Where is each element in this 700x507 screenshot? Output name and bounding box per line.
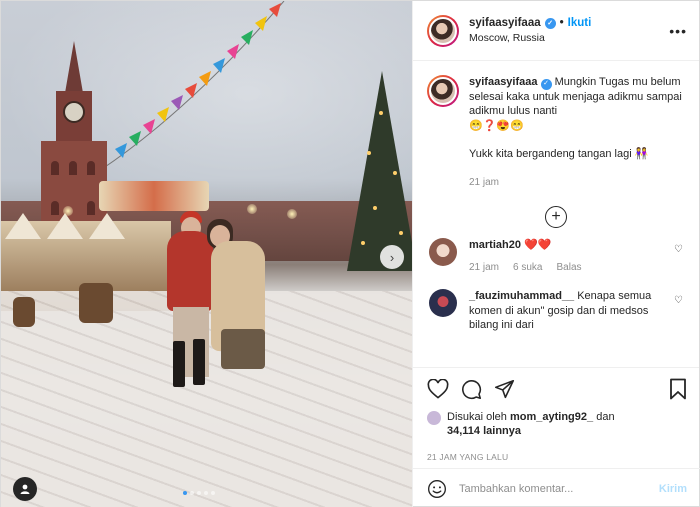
comment-item: _fauzimuhammad__ Kenapa semua komen di a… xyxy=(427,289,685,333)
reply-button[interactable]: Balas xyxy=(556,261,581,276)
carousel-ride xyxy=(99,181,209,211)
commenter-avatar[interactable] xyxy=(429,289,457,318)
carousel-dot xyxy=(183,491,187,495)
bookmark-icon[interactable] xyxy=(669,378,687,400)
chevron-right-icon: › xyxy=(389,249,395,265)
paper-plane-icon[interactable] xyxy=(494,379,515,400)
commenter-avatar[interactable] xyxy=(429,238,457,267)
comment-username[interactable]: martiah20 xyxy=(469,239,521,251)
verified-badge-icon: ✓ xyxy=(540,78,552,90)
author-avatar[interactable] xyxy=(427,14,459,47)
comment-input[interactable] xyxy=(459,482,647,495)
comment-time[interactable]: 21 jam xyxy=(469,261,499,276)
spasskaya-tower xyxy=(37,41,111,251)
bunting-flags xyxy=(99,1,285,171)
liker-username[interactable]: mom_ayting92_ xyxy=(510,411,593,423)
speech-bubble-icon[interactable] xyxy=(461,379,482,400)
comment-item: martiah20 ❤️❤️ 21 jam 6 suka Balas ♡ xyxy=(427,238,685,275)
caption-avatar[interactable] xyxy=(427,75,459,107)
comment-text: ❤️❤️ xyxy=(524,239,552,252)
tagged-users-button[interactable] xyxy=(13,477,37,501)
caption-time[interactable]: 21 jam xyxy=(469,176,685,191)
post-photo: › xyxy=(1,1,412,507)
post-location[interactable]: Moscow, Russia xyxy=(469,32,669,44)
post-side-panel: syifaasyifaaa ✓ • Ikuti Moscow, Russia •… xyxy=(412,1,700,507)
smiley-icon[interactable] xyxy=(427,479,447,499)
liker-avatar[interactable] xyxy=(427,411,441,425)
post-caption: syifaasyifaaa ✓ Mungkin Tugas mu belum s… xyxy=(427,75,685,190)
author-username[interactable]: syifaasyifaaa xyxy=(469,17,541,29)
carousel-dot xyxy=(190,491,194,495)
handbag xyxy=(221,329,265,369)
carousel-dot xyxy=(204,491,208,495)
heart-outline-icon[interactable] xyxy=(427,379,449,399)
more-options-icon[interactable]: ••• xyxy=(669,23,687,39)
like-comment-heart-icon[interactable]: ♡ xyxy=(674,244,683,255)
like-comment-heart-icon[interactable]: ♡ xyxy=(674,295,683,306)
carousel-dot xyxy=(197,491,201,495)
tower-clock xyxy=(63,101,85,123)
verified-badge-icon: ✓ xyxy=(544,17,556,29)
comment-likes[interactable]: 6 suka xyxy=(513,261,542,276)
comment-username[interactable]: _fauzimuhammad__ xyxy=(469,290,574,302)
next-photo-button[interactable]: › xyxy=(380,245,404,269)
caption-emojis: 😁❓😍😁 xyxy=(469,119,524,132)
likes-summary: Disukai oleh mom_ayting92_ dan 34,114 la… xyxy=(427,410,687,438)
comments-section: syifaasyifaaa ✓ Mungkin Tugas mu belum s… xyxy=(413,61,699,367)
carousel-indicator xyxy=(183,491,215,495)
wooden-barrel xyxy=(79,283,113,323)
caption-username[interactable]: syifaasyifaaa xyxy=(469,76,538,88)
post-comment-button[interactable]: Kirim xyxy=(659,483,687,495)
user-tag-icon xyxy=(20,484,30,494)
woman-beige-coat xyxy=(205,219,271,394)
carousel-dot xyxy=(211,491,215,495)
likes-suffix: dan xyxy=(596,411,615,423)
load-more-comments-button[interactable]: + xyxy=(545,206,567,229)
post-timestamp[interactable]: 21 JAM YANG LALU xyxy=(427,452,687,462)
add-comment-bar: Kirim xyxy=(413,468,700,507)
post-header: syifaasyifaaa ✓ • Ikuti Moscow, Russia •… xyxy=(413,1,699,61)
likes-prefix: Disukai oleh xyxy=(447,411,507,423)
caption-second-line: Yukk kita bergandeng tangan lagi 👭 xyxy=(469,148,649,161)
follow-button[interactable]: Ikuti xyxy=(568,17,592,29)
separator-dot: • xyxy=(559,17,564,29)
likes-count[interactable]: 34,114 lainnya xyxy=(447,425,521,437)
instagram-post-dialog: › syifaasyifaaa ✓ • Ikuti Moscow, Russia… xyxy=(0,0,700,507)
